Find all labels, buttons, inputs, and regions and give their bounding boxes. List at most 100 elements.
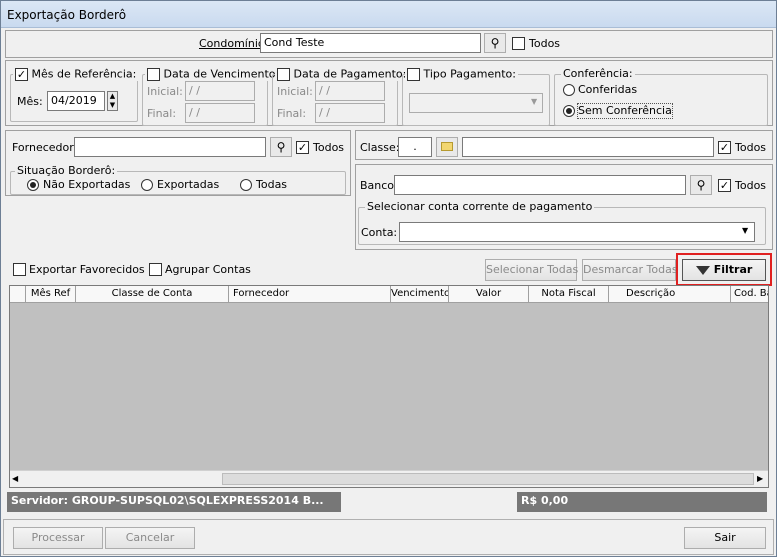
mes-ref-checkbox[interactable]: ✓ (15, 68, 28, 81)
conferidas-label: Conferidas (578, 83, 638, 96)
exportar-favorecidos-checkbox[interactable] (13, 263, 26, 276)
data-pag-group: Data de Pagamento: Inicial: / / Final: /… (272, 68, 409, 126)
classe-folder-button[interactable] (436, 137, 458, 157)
scroll-right-icon[interactable]: ▶ (757, 474, 763, 483)
results-grid[interactable]: Mês Ref Classe de Conta Fornecedor Venci… (9, 285, 769, 488)
tipo-pag-label: Tipo Pagamento: (423, 67, 516, 81)
agrupar-contas-checkbox[interactable] (149, 263, 162, 276)
filtrar-label: Filtrar (713, 263, 753, 276)
fornecedor-todos-label: Todos (313, 141, 345, 154)
classe-code-input[interactable]: . (398, 137, 432, 157)
conta-select[interactable] (399, 222, 755, 242)
condominio-todos-label: Todos (529, 37, 561, 50)
sair-button[interactable]: Sair (684, 527, 766, 549)
todas-label: Todas (256, 178, 288, 191)
conferidas-radio[interactable] (563, 84, 575, 96)
folder-icon (441, 142, 453, 151)
nao-exportadas-radio[interactable] (27, 179, 39, 191)
sem-conferencia-radio[interactable] (563, 105, 575, 117)
grid-col-mes-ref[interactable]: Mês Ref (26, 286, 76, 302)
nao-exportadas-label: Não Exportadas (43, 178, 131, 191)
agrupar-contas-label: Agrupar Contas (165, 263, 251, 276)
filters-panel-top: ✓ Mês de Referência: Mês: 04/2019 ▲ ▼ Dat… (5, 60, 773, 126)
venc-final-input[interactable]: / / (185, 103, 255, 123)
banco-input[interactable] (394, 175, 686, 195)
pag-final-label: Final: (277, 107, 307, 120)
fornecedor-panel: Fornecedor: ⚲ ✓ Todos Situação Borderô: … (5, 130, 351, 196)
binoculars-icon: ⚲ (490, 36, 500, 50)
scroll-thumb[interactable] (222, 473, 754, 485)
banco-search-button[interactable]: ⚲ (690, 175, 712, 195)
todas-radio[interactable] (240, 179, 252, 191)
exportar-favorecidos-label: Exportar Favorecidos (29, 263, 145, 276)
grid-col-vencimento[interactable]: Vencimento (391, 286, 449, 302)
fornecedor-todos-checkbox[interactable]: ✓ (296, 141, 309, 154)
grid-col-cod-banco[interactable]: Cod. Ba (731, 286, 768, 302)
data-venc-label: Data de Vencimento: (163, 67, 280, 81)
binoculars-icon: ⚲ (696, 178, 706, 192)
pag-inicial-label: Inicial: (277, 85, 313, 98)
mes-spinner[interactable]: ▲ ▼ (107, 91, 118, 111)
exportadas-radio[interactable] (141, 179, 153, 191)
grid-col-nota-fiscal[interactable]: Nota Fiscal (529, 286, 609, 302)
mes-ref-label: Mês de Referência: (31, 67, 137, 81)
pag-final-input[interactable]: / / (315, 103, 385, 123)
data-venc-checkbox[interactable] (147, 68, 160, 81)
conta-group-title: Selecionar conta corrente de pagamento (365, 200, 595, 213)
filtrar-button[interactable]: Filtrar (682, 259, 766, 281)
condominio-panel: Condomínio: Cond Teste ⚲ Todos (5, 30, 773, 58)
window-title: Exportação Borderô (1, 1, 776, 28)
desmarcar-todas-button[interactable]: Desmarcar Todas (582, 259, 678, 281)
banco-todos-label: Todos (735, 179, 767, 192)
condominio-search-button[interactable]: ⚲ (484, 33, 506, 53)
classe-input[interactable] (462, 137, 714, 157)
mes-input[interactable]: 04/2019 (47, 91, 105, 111)
chevron-down-icon: ▼ (742, 226, 749, 235)
processar-button[interactable]: Processar (13, 527, 103, 549)
tipo-pag-select[interactable] (409, 93, 543, 113)
banco-label: Banco: (360, 179, 398, 192)
classe-todos-checkbox[interactable]: ✓ (718, 141, 731, 154)
data-pag-label: Data de Pagamento: (293, 67, 407, 81)
condominio-input[interactable]: Cond Teste (260, 33, 481, 53)
venc-final-label: Final: (147, 107, 177, 120)
footer-panel: Processar Cancelar Sair (3, 519, 774, 555)
exportadas-label: Exportadas (157, 178, 220, 191)
conferencia-title: Conferência: (561, 67, 635, 80)
servidor-status: Servidor: GROUP-SUPSQL02\SQLEXPRESS2014 … (7, 492, 341, 512)
grid-col-classe[interactable]: Classe de Conta (76, 286, 229, 302)
pag-inicial-input[interactable]: / / (315, 81, 385, 101)
banco-todos-checkbox[interactable]: ✓ (718, 179, 731, 192)
data-venc-group: Data de Vencimento: Inicial: / / Final: … (142, 68, 282, 126)
venc-inicial-label: Inicial: (147, 85, 183, 98)
situacao-title: Situação Borderô: (15, 164, 118, 177)
conta-label: Conta: (361, 226, 398, 239)
binoculars-icon: ⚲ (276, 140, 286, 154)
grid-horizontal-scrollbar[interactable]: ◀ ▶ (10, 470, 768, 487)
condominio-label: Condomínio: (199, 37, 269, 50)
funnel-icon (695, 265, 710, 275)
classe-panel: Classe: . ✓ Todos (355, 130, 773, 160)
scroll-left-icon[interactable]: ◀ (12, 474, 18, 483)
tipo-pag-group: Tipo Pagamento: ▼ (402, 68, 550, 126)
venc-inicial-input[interactable]: / / (185, 81, 255, 101)
main-window: Exportação Borderô Condomínio: Cond Test… (0, 0, 777, 557)
classe-todos-label: Todos (735, 141, 767, 154)
tipo-pag-checkbox[interactable] (407, 68, 420, 81)
total-status: R$ 0,00 (517, 492, 767, 512)
conferencia-group: Conferência: Conferidas Sem Conferência (554, 68, 768, 126)
chevron-down-icon: ▼ (531, 97, 538, 106)
fornecedor-input[interactable] (74, 137, 266, 157)
situacao-group: Situação Borderô: Não Exportadas Exporta… (10, 165, 346, 195)
condominio-todos-checkbox[interactable] (512, 37, 525, 50)
banco-panel: Banco: ⚲ ✓ Todos Selecionar conta corren… (355, 164, 773, 250)
cancelar-button[interactable]: Cancelar (105, 527, 195, 549)
selecionar-todas-button[interactable]: Selecionar Todas (485, 259, 578, 281)
grid-col-descricao[interactable]: Descrição (609, 286, 731, 302)
fornecedor-search-button[interactable]: ⚲ (270, 137, 292, 157)
grid-col-valor[interactable]: Valor (449, 286, 529, 302)
grid-col-fornecedor[interactable]: Fornecedor (229, 286, 391, 302)
data-pag-checkbox[interactable] (277, 68, 290, 81)
grid-col-select[interactable] (10, 286, 26, 302)
sem-conferencia-label: Sem Conferência (577, 103, 673, 119)
